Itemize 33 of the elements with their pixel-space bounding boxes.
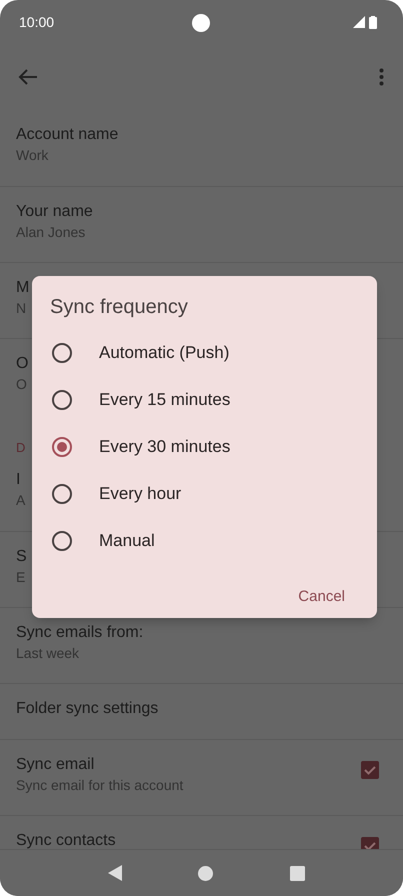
setting-title[interactable]: Sync contacts bbox=[16, 832, 116, 849]
setting-title[interactable]: Your name bbox=[16, 203, 93, 221]
radio-button[interactable] bbox=[52, 342, 72, 362]
setting-title[interactable]: Sync email bbox=[16, 756, 94, 774]
setting-title[interactable]: S bbox=[16, 548, 27, 566]
nav-recents-icon[interactable] bbox=[290, 866, 305, 880]
checkbox[interactable] bbox=[361, 760, 379, 778]
dialog-title: Sync frequency bbox=[50, 296, 188, 319]
camera-dot-icon bbox=[192, 14, 210, 32]
radio-option[interactable]: Automatic (Push) bbox=[32, 329, 230, 376]
more-options-icon[interactable] bbox=[379, 68, 384, 86]
back-arrow-icon[interactable] bbox=[18, 69, 38, 85]
cancel-button[interactable]: Cancel bbox=[290, 582, 353, 611]
radio-option[interactable]: Every 30 minutes bbox=[32, 423, 230, 470]
battery-icon bbox=[369, 16, 377, 28]
radio-button[interactable] bbox=[52, 390, 72, 410]
setting-title[interactable]: I bbox=[16, 471, 20, 489]
radio-button[interactable] bbox=[52, 436, 72, 456]
setting-title[interactable]: Account name bbox=[16, 126, 118, 144]
radio-button[interactable] bbox=[52, 530, 72, 550]
radio-button[interactable] bbox=[52, 484, 72, 504]
radio-option[interactable]: Manual bbox=[32, 517, 155, 564]
status-time: 10:00 bbox=[19, 14, 54, 30]
nav-home-icon[interactable] bbox=[198, 866, 214, 880]
setting-title[interactable]: M bbox=[16, 279, 30, 297]
radio-option[interactable]: Every hour bbox=[32, 470, 182, 517]
radio-option[interactable]: Every 15 minutes bbox=[32, 376, 230, 423]
setting-title[interactable]: Sync emails from: bbox=[16, 624, 144, 642]
setting-title[interactable]: O bbox=[16, 355, 28, 373]
signal-icon bbox=[353, 16, 365, 28]
setting-title[interactable]: Folder sync settings bbox=[16, 700, 158, 718]
section-header: D bbox=[16, 440, 26, 455]
nav-back-icon[interactable] bbox=[108, 865, 122, 881]
